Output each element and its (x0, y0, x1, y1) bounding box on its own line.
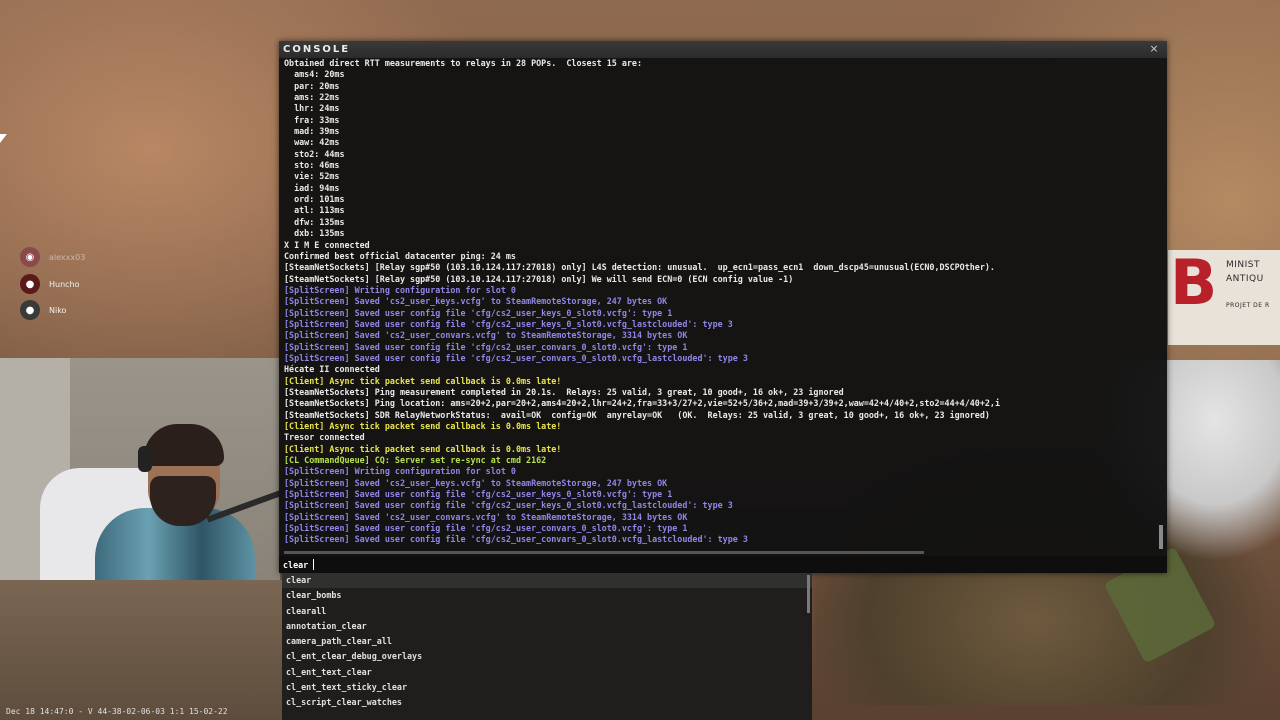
console-log-line: [SplitScreen] Saved 'cs2_user_keys.vcfg'… (284, 296, 668, 307)
avatar-niko: ● (20, 300, 40, 320)
console-log-line: par: 20ms (284, 80, 340, 91)
console-log-line: ams4: 20ms (284, 69, 345, 80)
console-log-line: sto: 46ms (284, 160, 340, 171)
voice-user: ● Huncho (20, 273, 80, 295)
autocomplete-item[interactable]: cl_ent_text_sticky_clear (282, 680, 812, 695)
console-log-line: [SplitScreen] Saved user config file 'cf… (284, 318, 733, 329)
voice-user-name: Niko (49, 305, 67, 315)
game-floor (0, 580, 290, 720)
console-log-line: [SplitScreen] Saved 'cs2_user_convars.vc… (284, 330, 688, 341)
avatar-huncho: ● (20, 274, 40, 294)
console-log-line: X I M E connected (284, 239, 370, 250)
console-log-line: [Client] Async tick packet send callback… (284, 443, 562, 454)
sign-line-1: MINIST (1226, 260, 1261, 270)
console-log-line: Obtained direct RTT measurements to rela… (284, 58, 642, 68)
console-log-line: [SplitScreen] Saved user config file 'cf… (284, 500, 733, 511)
console-command-input[interactable] (283, 557, 1143, 572)
console-log-scrollbar[interactable] (1159, 525, 1163, 549)
console-titlebar[interactable]: CONSOLE × (279, 41, 1167, 58)
console-window[interactable]: CONSOLE × Obtained direct RTT measuremen… (279, 41, 1167, 573)
console-log-line: [SteamNetSockets] SDR RelayNetworkStatus… (284, 409, 990, 420)
status-bar: Dec 18 14:47:0 - V 44-38-02-06-03 1:1 15… (6, 707, 228, 716)
discord-icon: ◉ (20, 247, 40, 267)
autocomplete-item[interactable]: clearall (282, 604, 812, 619)
console-log-line: [Client] Async tick packet send callback… (284, 421, 562, 431)
console-log-line: [SplitScreen] Saved user config file 'cf… (284, 341, 688, 352)
autocomplete-item[interactable]: clear (282, 573, 812, 589)
autocomplete-item[interactable]: clear_bombs (282, 588, 812, 603)
console-log-line: [SplitScreen] Saved user config file 'cf… (284, 352, 748, 363)
voice-user-name: Huncho (49, 279, 80, 289)
console-input-row[interactable] (279, 556, 1167, 573)
console-log[interactable]: Obtained direct RTT measurements to rela… (284, 58, 1156, 548)
autocomplete-item[interactable]: annotation_clear (282, 619, 812, 634)
console-log-line: [SplitScreen] Saved user config file 'cf… (284, 534, 748, 545)
voice-user: ◉ alexxx03 (20, 246, 85, 268)
console-log-line: fra: 33ms (284, 114, 340, 125)
text-caret (313, 559, 314, 570)
console-log-line: [SteamNetSockets] Ping location: ams=20+… (284, 398, 1000, 409)
console-log-line: [CL CommandQueue] CQ: Server set re-sync… (284, 455, 547, 466)
console-log-line: [SplitScreen] Saved 'cs2_user_convars.vc… (284, 511, 688, 522)
autocomplete-item[interactable]: cl_ent_clear_debug_overlays (282, 649, 812, 664)
sign-line-3: PROJET DE R (1226, 302, 1270, 309)
console-log-line: [SteamNetSockets] [Relay sgp#50 (103.10.… (284, 273, 794, 284)
game-sign: B MINIST ANTIQU PROJET DE R (1168, 250, 1280, 345)
console-log-line: [SplitScreen] Saved user config file 'cf… (284, 523, 688, 534)
webcam-person-hair (144, 424, 224, 466)
console-log-hscrollbar[interactable] (284, 551, 924, 554)
console-log-line: sto2: 44ms (284, 148, 345, 159)
autocomplete-dropdown[interactable]: clear clear_bombs clearall annotation_clear… (282, 573, 812, 720)
sign-line-2: ANTIQU (1226, 274, 1264, 284)
voice-user: ● Niko (20, 299, 66, 321)
mouse-cursor-icon (0, 134, 7, 143)
console-log-line: [SplitScreen] Saved user config file 'cf… (284, 489, 673, 500)
autocomplete-scrollbar[interactable] (807, 575, 810, 613)
console-log-line: iad: 94ms (284, 182, 340, 193)
autocomplete-item[interactable]: camera_path_clear_all (282, 634, 812, 649)
console-log-line: dxb: 135ms (284, 228, 345, 239)
autocomplete-item[interactable]: cl_ent_text_clear (282, 665, 812, 680)
console-log-line: ord: 101ms (284, 194, 345, 205)
console-title: CONSOLE (283, 44, 351, 55)
console-log-line: [SteamNetSockets] [Relay sgp#50 (103.10.… (284, 262, 995, 273)
console-log-line: [SplitScreen] Saved user config file 'cf… (284, 307, 673, 318)
console-log-line: [SplitScreen] Writing configuration for … (284, 466, 516, 477)
console-log-line: Tresor connected (284, 432, 365, 443)
close-icon[interactable]: × (1147, 42, 1161, 56)
console-log-line: [SteamNetSockets] Ping measurement compl… (284, 386, 844, 397)
console-log-line: Hécate II connected (284, 364, 380, 375)
headset-icon (138, 446, 152, 472)
console-log-line: dfw: 135ms (284, 216, 345, 227)
autocomplete-item[interactable]: cl_script_clear_watches (282, 695, 812, 710)
webcam-overlay (0, 358, 280, 580)
console-log-line: lhr: 24ms (284, 103, 340, 114)
console-log-line: ams: 22ms (284, 92, 340, 103)
console-log-line: waw: 42ms (284, 137, 340, 148)
console-log-line: mad: 39ms (284, 126, 340, 137)
console-log-line: [SplitScreen] Writing configuration for … (284, 284, 516, 295)
voice-user-name: alexxx03 (49, 252, 86, 262)
console-log-line: [Client] Async tick packet send callback… (284, 375, 562, 386)
console-log-line: atl: 113ms (284, 205, 345, 216)
console-log-line: Confirmed best official datacenter ping:… (284, 250, 516, 261)
sign-letter: B (1170, 246, 1218, 319)
console-log-line: vie: 52ms (284, 171, 340, 182)
console-log-line: [SplitScreen] Saved 'cs2_user_keys.vcfg'… (284, 477, 668, 488)
